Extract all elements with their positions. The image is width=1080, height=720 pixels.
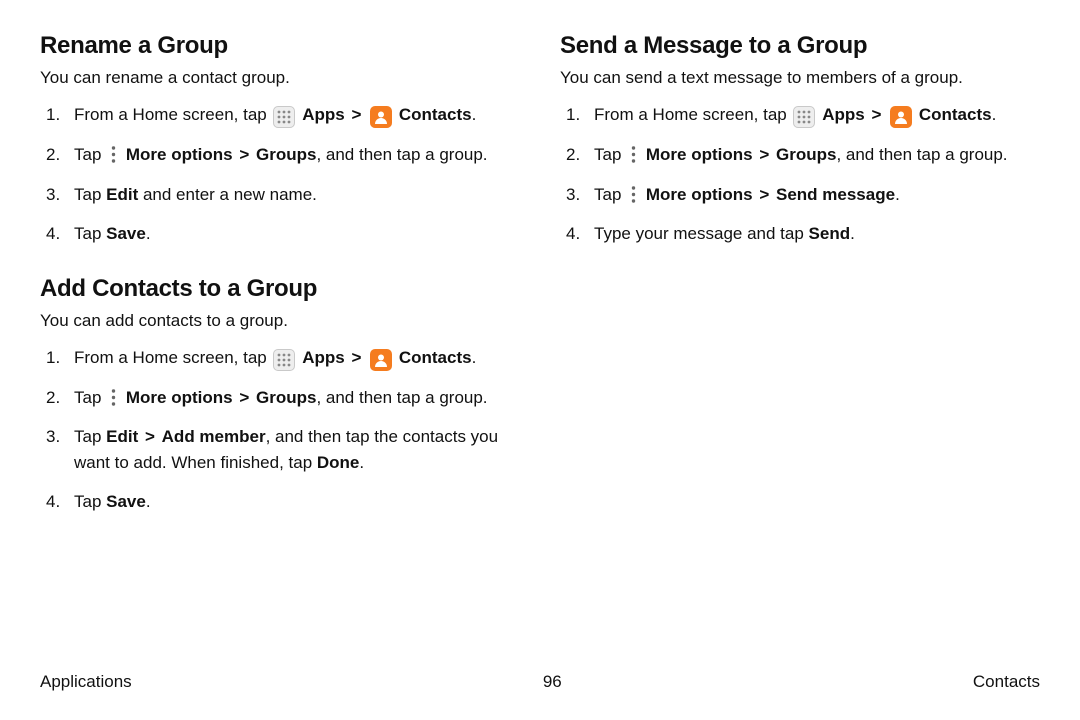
apps-icon: [273, 106, 295, 128]
step-text: Tap: [74, 492, 106, 511]
more-options-label: More options: [646, 145, 753, 164]
step-item: Tap More options > Groups, and then tap …: [40, 385, 520, 411]
contacts-icon: [890, 106, 912, 128]
steps-add: From a Home screen, tap Apps > Contacts.…: [40, 345, 520, 515]
save-label: Save: [106, 224, 146, 243]
step-text: Tap: [74, 427, 106, 446]
intro-send: You can send a text message to members o…: [560, 68, 1040, 88]
step-item: Type your message and tap Send.: [560, 221, 1040, 247]
contacts-label: Contacts: [919, 105, 992, 124]
chevron-icon: >: [871, 105, 881, 124]
send-label: Send: [809, 224, 851, 243]
apps-icon: [793, 106, 815, 128]
step-text: , and then tap a group.: [836, 145, 1007, 164]
send-message-label: Send message: [776, 185, 895, 204]
footer-page-number: 96: [543, 672, 562, 692]
step-text: .: [992, 105, 997, 124]
chevron-icon: >: [351, 348, 361, 367]
step-text: .: [146, 492, 151, 511]
more-options-icon: [626, 184, 640, 204]
apps-label: Apps: [302, 348, 345, 367]
step-item: From a Home screen, tap Apps > Contacts.: [40, 345, 520, 371]
step-text: Tap: [74, 224, 106, 243]
chevron-icon: >: [239, 388, 249, 407]
step-item: Tap Edit > Add member, and then tap the …: [40, 424, 520, 475]
step-text: From a Home screen, tap: [74, 105, 271, 124]
groups-label: Groups: [776, 145, 836, 164]
chevron-icon: >: [239, 145, 249, 164]
step-text: .: [472, 348, 477, 367]
section-rename-group: Rename a Group You can rename a contact …: [40, 32, 520, 247]
edit-label: Edit: [106, 185, 138, 204]
step-text: .: [895, 185, 900, 204]
step-item: Tap More options > Groups, and then tap …: [40, 142, 520, 168]
step-text: .: [472, 105, 477, 124]
step-item: Tap Save.: [40, 221, 520, 247]
contacts-label: Contacts: [399, 348, 472, 367]
step-text: .: [146, 224, 151, 243]
section-add-contacts: Add Contacts to a Group You can add cont…: [40, 275, 520, 515]
more-options-icon: [626, 145, 640, 165]
step-item: Tap Edit and enter a new name.: [40, 182, 520, 208]
more-options-label: More options: [646, 185, 753, 204]
more-options-label: More options: [126, 388, 233, 407]
chevron-icon: >: [145, 427, 155, 446]
step-text: Tap: [594, 145, 626, 164]
step-text: and enter a new name.: [138, 185, 317, 204]
page-footer: Applications 96 Contacts: [40, 672, 1040, 692]
heading-rename: Rename a Group: [40, 32, 520, 60]
step-text: Tap: [74, 388, 106, 407]
step-text: , and then tap a group.: [316, 145, 487, 164]
apps-label: Apps: [302, 105, 345, 124]
done-label: Done: [317, 453, 360, 472]
content-columns: Rename a Group You can rename a contact …: [40, 32, 1040, 543]
left-column: Rename a Group You can rename a contact …: [40, 32, 520, 543]
groups-label: Groups: [256, 388, 316, 407]
footer-left: Applications: [40, 672, 132, 692]
heading-add: Add Contacts to a Group: [40, 275, 520, 303]
step-item: Tap More options > Groups, and then tap …: [560, 142, 1040, 168]
contacts-icon: [370, 106, 392, 128]
step-text: .: [359, 453, 364, 472]
step-text: , and then tap the contacts you want to …: [74, 427, 498, 472]
save-label: Save: [106, 492, 146, 511]
heading-send: Send a Message to a Group: [560, 32, 1040, 60]
right-column: Send a Message to a Group You can send a…: [560, 32, 1040, 543]
step-text: Type your message and tap: [594, 224, 809, 243]
intro-rename: You can rename a contact group.: [40, 68, 520, 88]
more-options-icon: [106, 145, 120, 165]
section-send-message: Send a Message to a Group You can send a…: [560, 32, 1040, 247]
footer-right: Contacts: [973, 672, 1040, 692]
contacts-icon: [370, 349, 392, 371]
apps-label: Apps: [822, 105, 865, 124]
intro-add: You can add contacts to a group.: [40, 311, 520, 331]
apps-icon: [273, 349, 295, 371]
edit-label: Edit: [106, 427, 138, 446]
steps-send: From a Home screen, tap Apps > Contacts.…: [560, 102, 1040, 247]
step-text: From a Home screen, tap: [74, 348, 271, 367]
groups-label: Groups: [256, 145, 316, 164]
contacts-label: Contacts: [399, 105, 472, 124]
chevron-icon: >: [759, 145, 769, 164]
chevron-icon: >: [759, 185, 769, 204]
more-options-icon: [106, 387, 120, 407]
steps-rename: From a Home screen, tap Apps > Contacts.…: [40, 102, 520, 247]
step-text: Tap: [74, 145, 106, 164]
step-text: , and then tap a group.: [316, 388, 487, 407]
step-text: From a Home screen, tap: [594, 105, 791, 124]
more-options-label: More options: [126, 145, 233, 164]
add-member-label: Add member: [162, 427, 266, 446]
step-text: Tap: [74, 185, 106, 204]
step-item: Tap Save.: [40, 489, 520, 515]
step-item: Tap More options > Send message.: [560, 182, 1040, 208]
step-item: From a Home screen, tap Apps > Contacts.: [40, 102, 520, 128]
step-text: .: [850, 224, 855, 243]
step-item: From a Home screen, tap Apps > Contacts.: [560, 102, 1040, 128]
step-text: Tap: [594, 185, 626, 204]
chevron-icon: >: [351, 105, 361, 124]
